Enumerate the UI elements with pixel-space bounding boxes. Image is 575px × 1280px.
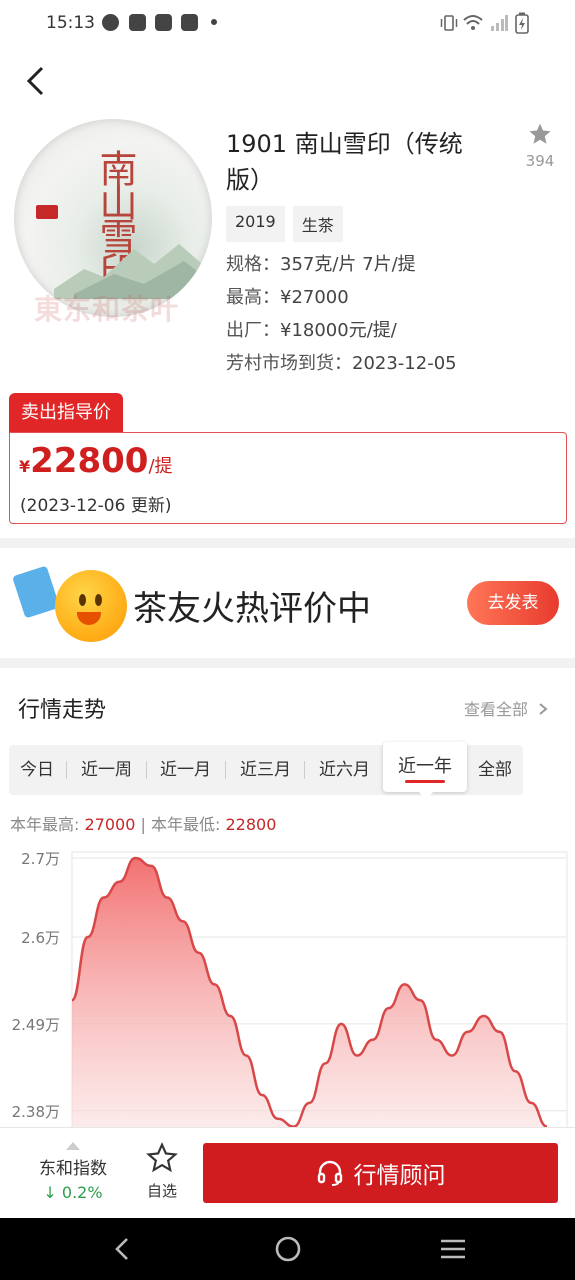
headset-icon: [317, 1160, 342, 1186]
status-time: 15:13: [46, 13, 95, 33]
year-low-label: 本年最低:: [150, 815, 221, 834]
view-all-link[interactable]: 查看全部: [464, 696, 549, 720]
notification-dot-icon: [211, 19, 217, 25]
spec-value: 2023-12-05: [352, 353, 457, 374]
watchlist-button[interactable]: 自选: [140, 1142, 184, 1201]
back-arrow-icon[interactable]: [20, 64, 54, 98]
range-year-label: 近一年: [398, 756, 452, 777]
y-tick-label: 2.7万: [21, 850, 60, 868]
product-header: 南山雪印 東东和茶叶 1901 南山雪印（传统版） 394 2019 生茶 规格…: [0, 48, 575, 538]
document-icon: [12, 565, 60, 619]
spec-value: 357克/片 7片/提: [280, 254, 416, 275]
nav-back-icon[interactable]: [108, 1234, 138, 1264]
product-title: 1901 南山雪印（传统版）: [226, 130, 463, 194]
index-change: ↓ 0.2%: [43, 1183, 103, 1202]
range-year[interactable]: 近一年: [383, 742, 467, 800]
spec-row: 出厂：¥18000元/提/: [226, 316, 397, 342]
year-low-value: 22800: [225, 815, 277, 834]
signal-icon: [491, 15, 508, 31]
range-month[interactable]: 近一月: [160, 745, 211, 795]
expand-up-icon: [66, 1142, 80, 1150]
spec-row: 芳村市场到货：2023-12-05: [226, 349, 457, 375]
bottom-action-bar: 东和指数 ↓ 0.2% 自选 行情顾问: [0, 1127, 575, 1218]
range-today[interactable]: 今日: [20, 745, 54, 795]
year-stats: 本年最高: 27000 | 本年最低: 22800: [10, 811, 276, 835]
chevron-right-icon: [539, 703, 548, 715]
nav-home-icon[interactable]: [273, 1234, 303, 1264]
guide-price: ¥22800/提: [19, 441, 173, 481]
star-icon: [529, 123, 551, 144]
y-tick-label: 2.38万: [12, 1103, 60, 1121]
chart-area-fill: [72, 858, 547, 1134]
favorite-button[interactable]: 394: [522, 122, 558, 170]
guide-price-box: ¥22800/提 (2023-12-06 更新): [9, 432, 567, 524]
smiley-face-icon: [55, 570, 127, 642]
index-widget[interactable]: 东和指数 ↓ 0.2%: [30, 1142, 116, 1202]
guide-price-tab: 卖出指导价: [9, 393, 123, 433]
market-advisor-button[interactable]: 行情顾问: [203, 1143, 558, 1203]
favorite-count: 394: [525, 152, 555, 170]
eye: [79, 594, 86, 606]
review-banner-text: 茶友火热评价中: [133, 589, 371, 629]
product-tags: 2019 生茶: [226, 206, 343, 242]
status-bar: 15:13: [0, 0, 575, 48]
guide-price-unit: /提: [148, 456, 173, 477]
post-review-button[interactable]: 去发表: [467, 581, 559, 625]
range-all[interactable]: 全部: [478, 745, 512, 795]
mail-icon: [129, 14, 146, 31]
spec-label: 出厂：: [226, 320, 280, 341]
divider: [66, 761, 67, 779]
spec-label: 芳村市场到货：: [226, 353, 352, 374]
spec-value: ¥18000元/提/: [280, 320, 397, 341]
eye: [95, 594, 102, 606]
tag-year: 2019: [226, 206, 285, 242]
y-tick-label: 2.49万: [12, 1016, 60, 1034]
mail-icon: [181, 14, 198, 31]
spec-label: 规格：: [226, 254, 280, 275]
refresh-circle-icon: [102, 14, 119, 31]
watermark: 東东和茶叶: [34, 293, 180, 326]
range-six-months[interactable]: 近六月: [319, 745, 370, 795]
range-three-months[interactable]: 近三月: [240, 745, 291, 795]
range-selector: 今日 近一周 近一月 近三月 近六月 近一年 全部: [9, 742, 523, 800]
advisor-label: 行情顾问: [353, 1163, 446, 1189]
year-high-value: 27000: [84, 815, 136, 834]
index-label: 东和指数: [39, 1159, 107, 1179]
price-trend-chart: 2.7万 2.6万 2.49万 2.38万: [12, 850, 568, 1134]
currency-symbol: ¥: [19, 457, 31, 476]
star-outline-icon: [146, 1142, 178, 1173]
system-nav-bar: [0, 1218, 575, 1280]
market-trend-section: 行情走势 查看全部 今日 近一周 近一月 近三月 近六月 近一年 全部 本年最高…: [0, 668, 575, 1134]
vibrate-icon: [440, 15, 458, 31]
tag-type: 生茶: [292, 206, 343, 242]
active-indicator: [405, 780, 445, 783]
range-week[interactable]: 近一周: [81, 745, 132, 795]
page: 15:13 南山雪印 東东和茶叶 1901 南山雪印（传统版） 394 2019…: [0, 0, 575, 1280]
watchlist-label: 自选: [146, 1182, 177, 1200]
y-tick-label: 2.6万: [21, 929, 60, 947]
stats-separator: |: [140, 815, 146, 834]
brand-logo: [36, 205, 58, 219]
divider: [225, 761, 226, 779]
nav-recents-icon[interactable]: [438, 1234, 468, 1264]
divider: [146, 761, 147, 779]
review-banner: 茶友火热评价中 去发表: [0, 548, 575, 658]
wifi-icon: [463, 15, 483, 30]
spec-row: 规格：357克/片 7片/提: [226, 250, 416, 276]
divider: [304, 761, 305, 779]
trend-title: 行情走势: [18, 698, 107, 723]
spec-row: 最高：¥27000: [226, 283, 349, 309]
spec-label: 最高：: [226, 287, 280, 308]
guide-price-value: 22800: [30, 441, 149, 481]
mail-icon: [155, 14, 172, 31]
spec-value: ¥27000: [280, 287, 349, 308]
guide-price-updated: (2023-12-06 更新): [20, 496, 172, 516]
view-all-label: 查看全部: [464, 700, 529, 719]
battery-charging-icon: [515, 12, 529, 34]
year-high-label: 本年最高:: [10, 815, 80, 834]
mouth: [77, 612, 101, 625]
